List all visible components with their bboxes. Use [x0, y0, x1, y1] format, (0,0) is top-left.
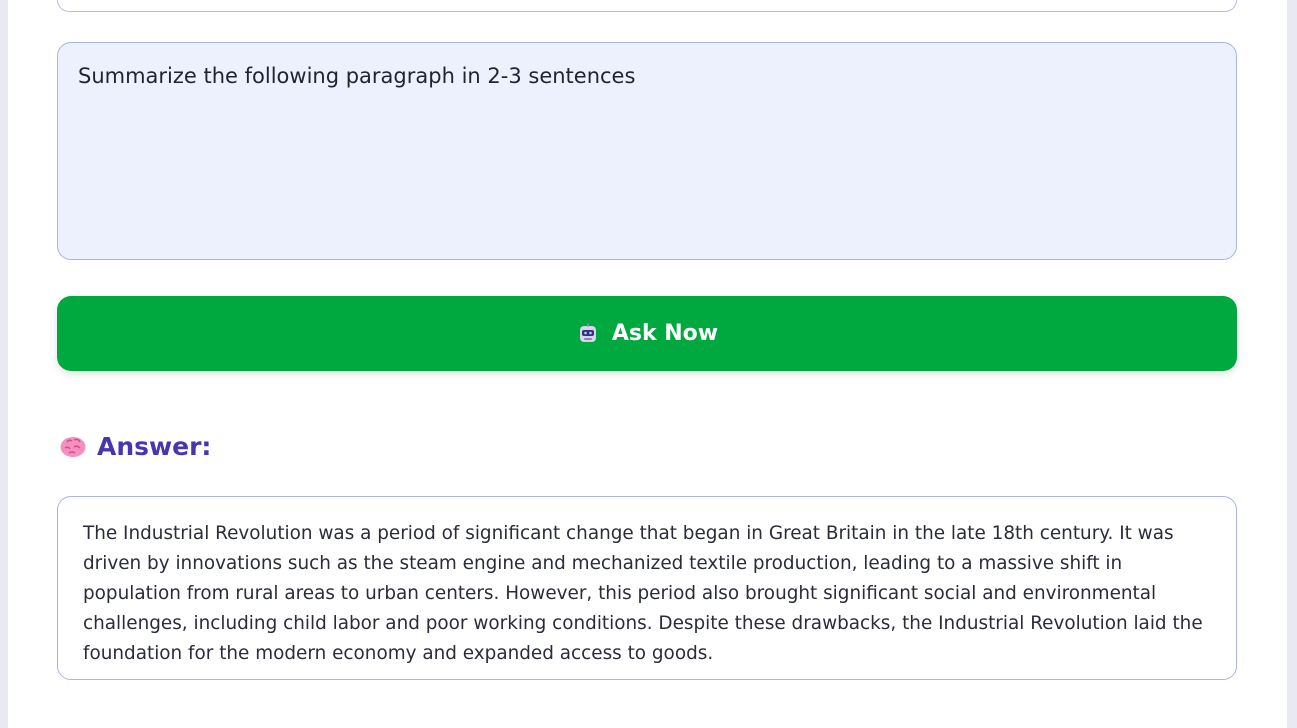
previous-input-box[interactable]	[57, 0, 1237, 12]
answer-heading-label: Answer:	[97, 432, 212, 461]
answer-heading: Answer:	[59, 432, 211, 461]
robot-icon	[576, 322, 600, 346]
answer-text: The Industrial Revolution was a period o…	[57, 496, 1237, 680]
ask-now-button[interactable]: Ask Now	[57, 296, 1237, 371]
prompt-input[interactable]: Summarize the following paragraph in 2-3…	[57, 42, 1237, 260]
page-content: Summarize the following paragraph in 2-3…	[8, 0, 1287, 728]
brain-icon	[59, 434, 87, 460]
ask-now-label: Ask Now	[611, 321, 719, 346]
